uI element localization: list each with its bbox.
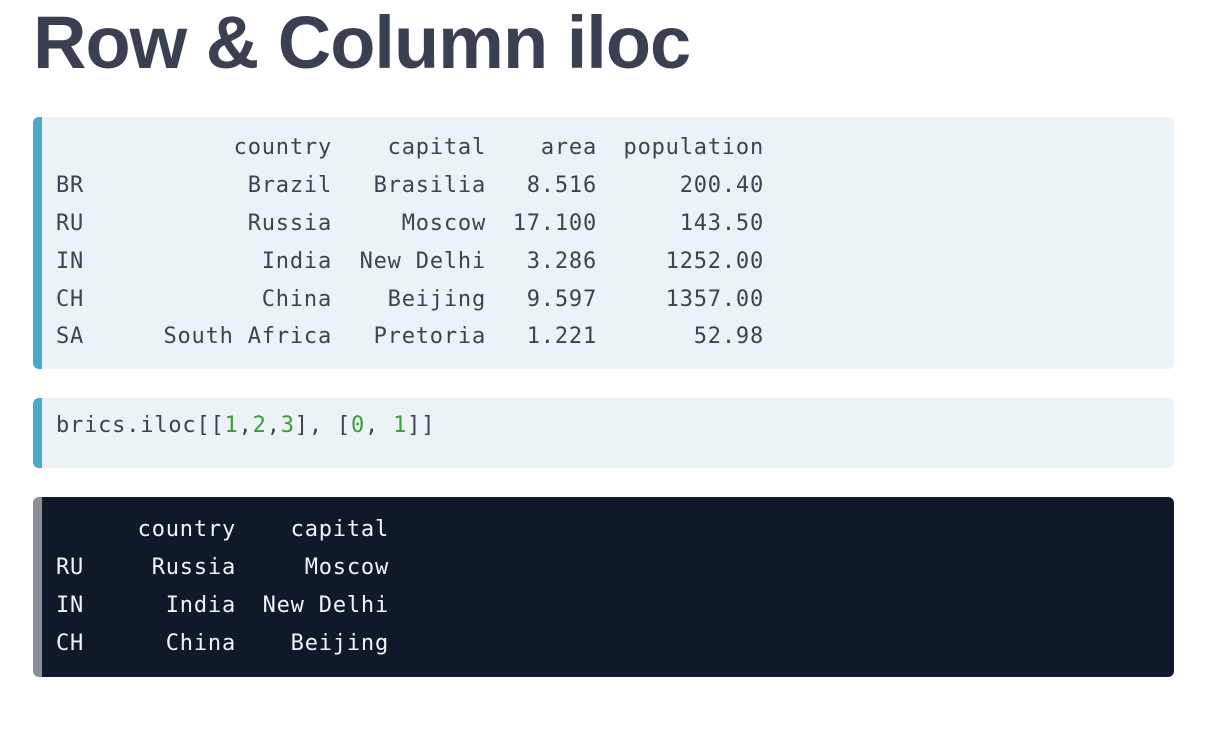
row-index: IN xyxy=(56,592,85,618)
code-input-block: brics.iloc[[1,2,3], [0, 1]] xyxy=(33,398,1174,468)
code-suffix: ]] xyxy=(407,413,436,438)
cell-capital: Beijing xyxy=(387,286,486,312)
column-header-country: country xyxy=(233,135,332,161)
column-header-capital: capital xyxy=(290,517,389,543)
cell-country: India xyxy=(165,592,236,618)
table-row: RU Russia Moscow xyxy=(56,549,389,587)
cell-capital: Beijing xyxy=(290,630,389,656)
cell-country: Brazil xyxy=(247,173,332,199)
table-row: IN India New Delhi 3.286 1252.00 xyxy=(56,242,764,280)
cell-country: South Africa xyxy=(163,324,332,350)
table-header-row: country capital area population xyxy=(56,129,764,167)
code-row-number: 3 xyxy=(280,413,295,438)
cell-country: Russia xyxy=(151,555,236,581)
row-index: SA xyxy=(56,324,85,350)
cell-area: 3.286 xyxy=(526,248,597,274)
cell-capital: Moscow xyxy=(401,210,486,236)
slide: Row & Column iloc country capital area p… xyxy=(0,0,1214,732)
column-header-area: area xyxy=(540,135,597,161)
cell-capital: Pretoria xyxy=(373,324,486,350)
table-row: IN India New Delhi xyxy=(56,587,389,625)
row-index: IN xyxy=(56,248,85,274)
cell-capital: New Delhi xyxy=(262,592,389,618)
column-header-population: population xyxy=(623,135,764,161)
cell-country: India xyxy=(261,248,332,274)
column-header-country: country xyxy=(137,517,236,543)
row-index: RU xyxy=(56,210,85,236)
cell-area: 1.221 xyxy=(526,324,597,350)
table-row: RU Russia Moscow 17.100 143.50 xyxy=(56,205,764,243)
cell-area: 9.597 xyxy=(526,286,597,312)
cell-population: 1357.00 xyxy=(665,286,764,312)
column-header-capital: capital xyxy=(387,135,486,161)
cell-capital: Moscow xyxy=(304,555,389,581)
table-row: SA South Africa Pretoria 1.221 52.98 xyxy=(56,318,764,356)
page-title: Row & Column iloc xyxy=(33,1,691,84)
cell-population: 52.98 xyxy=(693,324,764,350)
code-prefix: brics.iloc[[ xyxy=(56,413,225,438)
result-output-block: country capital RU Russia Moscow IN Indi… xyxy=(33,497,1174,677)
code-middle: ], [ xyxy=(294,413,351,438)
code-line: brics.iloc[[1,2,3], [0, 1]] xyxy=(56,413,436,438)
table-row: CH China Beijing xyxy=(56,624,389,662)
cell-country: Russia xyxy=(247,210,332,236)
row-index: RU xyxy=(56,555,85,581)
code-column-number: 0 xyxy=(350,413,366,438)
code-column-number: 1 xyxy=(393,413,408,438)
dataframe-output-block: country capital area population BR Brazi… xyxy=(33,117,1174,369)
row-index: CH xyxy=(56,630,85,656)
cell-area: 8.516 xyxy=(526,173,597,199)
result-table: country capital RU Russia Moscow IN Indi… xyxy=(56,511,389,662)
cell-country: China xyxy=(261,286,332,312)
code-row-number: 2 xyxy=(252,413,267,438)
cell-capital: Brasilia xyxy=(373,173,486,199)
cell-population: 200.40 xyxy=(679,173,764,199)
cell-country: China xyxy=(165,630,236,656)
table-header-row: country capital xyxy=(56,511,389,549)
table-row: BR Brazil Brasilia 8.516 200.40 xyxy=(56,167,764,205)
row-index: BR xyxy=(56,173,85,199)
row-index: CH xyxy=(56,286,85,312)
cell-population: 143.50 xyxy=(679,210,764,236)
cell-capital: New Delhi xyxy=(359,248,486,274)
code-row-number: 1 xyxy=(224,413,239,438)
dataframe-table: country capital area population BR Brazi… xyxy=(56,129,764,356)
table-row: CH China Beijing 9.597 1357.00 xyxy=(56,280,764,318)
cell-area: 17.100 xyxy=(512,210,597,236)
cell-population: 1252.00 xyxy=(665,248,764,274)
